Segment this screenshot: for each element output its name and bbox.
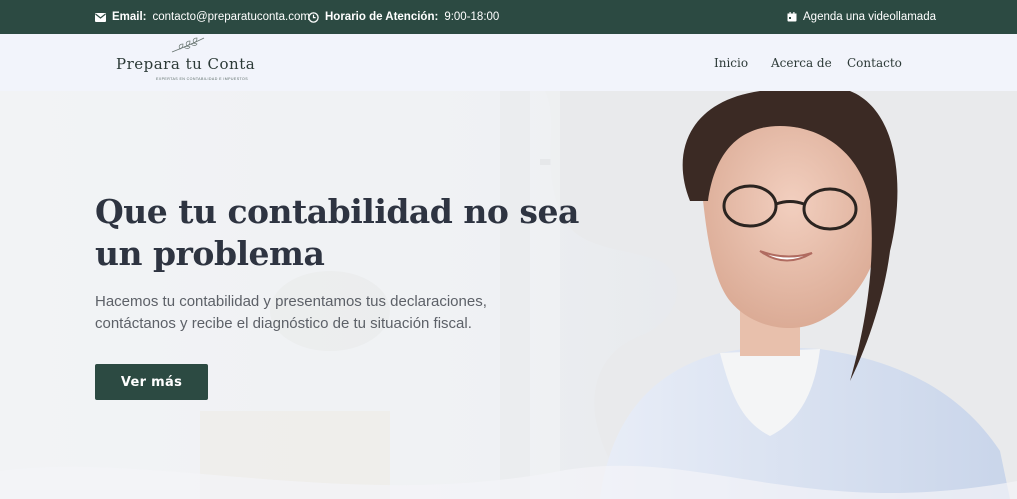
video-call-link[interactable]: Agenda una videollamada: [787, 0, 936, 34]
logo-tagline: EXPERTAS EN CONTABILIDAD E IMPUESTOS: [156, 77, 249, 81]
hero-section: Que tu contabilidad no sea un problema H…: [0, 91, 1017, 499]
office-hours: Horario de Atención: 9:00-18:00: [308, 0, 499, 34]
hours-value: 9:00-18:00: [444, 11, 500, 23]
nav-contacto[interactable]: Contacto: [847, 34, 902, 91]
email-contact[interactable]: Email: contacto@preparatuconta.com: [95, 0, 310, 34]
email-value[interactable]: contacto@preparatuconta.com: [153, 11, 310, 23]
nav-inicio[interactable]: Inicio: [714, 34, 748, 91]
site-header: Prepara tu Conta EXPERTAS EN CONTABILIDA…: [0, 34, 1017, 91]
ver-mas-button[interactable]: Ver más: [95, 364, 208, 400]
clock-icon: [308, 11, 319, 23]
video-call-label[interactable]: Agenda una videollamada: [803, 11, 936, 23]
calendar-icon: [787, 12, 797, 22]
top-bar: Email: contacto@preparatuconta.com Horar…: [0, 0, 1017, 34]
logo-text: Prepara tu Conta: [116, 55, 256, 73]
nav-acerca-de[interactable]: Acerca de: [771, 34, 832, 91]
envelope-icon: [95, 12, 106, 22]
logo[interactable]: Prepara tu Conta EXPERTAS EN CONTABILIDA…: [116, 36, 276, 88]
hours-label: Horario de Atención:: [325, 11, 439, 23]
email-label: Email:: [112, 11, 147, 23]
hero-description: Hacemos tu contabilidad y presentamos tu…: [95, 293, 487, 332]
hero-title: Que tu contabilidad no sea un problema: [95, 192, 579, 273]
